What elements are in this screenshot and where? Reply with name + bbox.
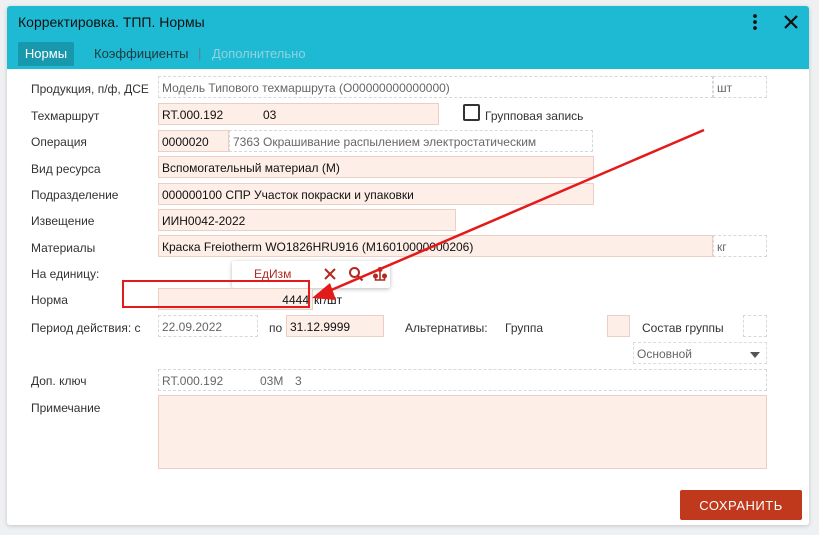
materials-label: Материалы xyxy=(31,241,96,255)
norm-unit: кг/шт xyxy=(314,293,343,307)
more-vert-icon[interactable] xyxy=(743,10,767,34)
notice-label: Извещение xyxy=(31,214,95,228)
period-label: Период действия: с xyxy=(31,321,141,335)
tab-coefficients[interactable]: Коэффициенты xyxy=(94,42,189,66)
search-icon[interactable] xyxy=(348,266,364,285)
unit-popup: ЕдИзм xyxy=(232,261,390,288)
period-to-field[interactable]: 31.12.9999 xyxy=(286,315,384,337)
note-label: Примечание xyxy=(31,401,101,415)
route-code: RT.000.192 xyxy=(162,108,224,122)
tab-additional[interactable]: Дополнительно xyxy=(212,42,306,66)
tree-icon[interactable] xyxy=(372,266,388,285)
close-icon[interactable] xyxy=(779,10,803,34)
department-label: Подразделение xyxy=(31,188,119,202)
alternatives-label: Альтернативы: xyxy=(405,321,488,335)
norm-field[interactable]: 4444 xyxy=(158,288,313,310)
period-from-field[interactable]: 22.09.2022 xyxy=(158,315,258,337)
alt-type-select[interactable]: Основной xyxy=(633,342,767,364)
extra-key-label: Доп. ключ xyxy=(31,374,87,388)
period-to-label: по xyxy=(269,321,283,335)
dialog-title: Корректировка. ТПП. Нормы xyxy=(18,14,205,30)
norm-label: Норма xyxy=(31,293,68,307)
route-label: Техмаршрут xyxy=(31,109,100,123)
clear-icon[interactable] xyxy=(322,266,338,285)
group-record-checkbox[interactable] xyxy=(463,104,480,121)
extra-key-num: 3 xyxy=(295,374,302,388)
alt-type-value: Основной xyxy=(637,347,693,361)
dialog-window: Корректировка. ТПП. Нормы Нормы Коэффици… xyxy=(7,6,809,525)
alt-composition-field[interactable] xyxy=(743,315,767,337)
chevron-down-icon xyxy=(750,352,760,358)
extra-key-code: RT.000.192 xyxy=(162,374,224,388)
route-number: 03 xyxy=(263,108,277,122)
extra-key-field[interactable]: RT.000.192 03М 3 xyxy=(158,369,767,391)
operation-label: Операция xyxy=(31,135,87,149)
materials-unit-field[interactable]: кг xyxy=(713,235,767,257)
materials-field[interactable]: Краска Freiotherm WO1826HRU916 (М1601000… xyxy=(158,235,713,257)
extra-key-sub: 03М xyxy=(260,374,284,388)
per-unit-label: На единицу: xyxy=(31,267,100,281)
alt-group-label: Группа xyxy=(505,321,544,335)
product-label: Продукция, п/ф, ДСЕ xyxy=(31,82,149,96)
alt-composition-label: Состав группы xyxy=(642,321,724,335)
alt-group-field[interactable] xyxy=(607,315,630,337)
tab-separator: | xyxy=(198,46,202,61)
resource-type-field[interactable]: Вспомогательный материал (М) xyxy=(158,156,594,178)
resource-type-label: Вид ресурса xyxy=(31,162,101,176)
notice-field[interactable]: ИИН0042-2022 xyxy=(158,209,456,231)
route-field[interactable]: RT.000.192 03 xyxy=(158,103,439,125)
edizm-button[interactable]: ЕдИзм xyxy=(254,267,291,281)
operation-code-field[interactable]: 0000020 xyxy=(158,130,229,152)
operation-name-field[interactable]: 7363 Окрашивание распылением электростат… xyxy=(229,130,593,152)
dialog-header: Корректировка. ТПП. Нормы Нормы Коэффици… xyxy=(7,6,809,69)
note-field[interactable] xyxy=(158,395,767,469)
group-record-label: Групповая запись xyxy=(485,109,584,123)
product-unit-field[interactable]: шт xyxy=(713,76,767,98)
product-field[interactable]: Модель Типового техмаршрута (О0000000000… xyxy=(158,76,713,98)
save-button[interactable]: СОХРАНИТЬ xyxy=(680,490,802,520)
tab-norms[interactable]: Нормы xyxy=(18,42,74,66)
department-field[interactable]: 000000100 СПР Участок покраски и упаковк… xyxy=(158,183,594,205)
